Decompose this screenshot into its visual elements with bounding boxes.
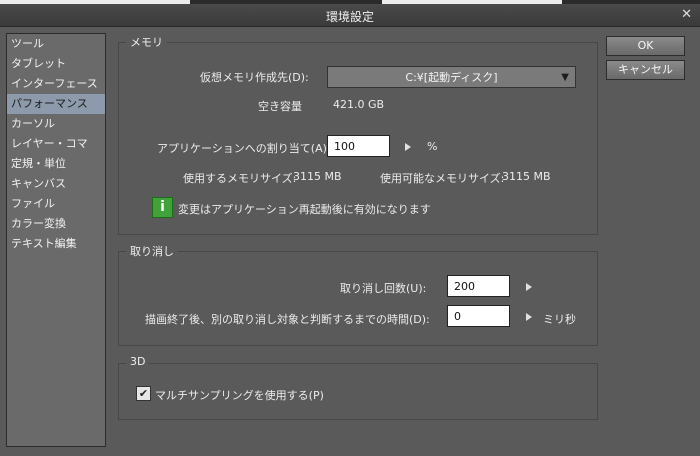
- sidebar-item-ruler-unit[interactable]: 定規・単位: [7, 154, 105, 174]
- cancel-button[interactable]: キャンセル: [606, 60, 685, 80]
- virtual-memory-value: C:¥[起動ディスク]: [405, 71, 498, 84]
- undo-time-unit: ミリ秒: [543, 313, 576, 326]
- sidebar-item-color-conversion[interactable]: カラー変換: [7, 214, 105, 234]
- sidebar-item-tool[interactable]: ツール: [7, 34, 105, 54]
- slider-arrow-icon[interactable]: [526, 283, 532, 291]
- sidebar-item-tablet[interactable]: タブレット: [7, 54, 105, 74]
- multisampling-checkbox[interactable]: ✔: [136, 386, 151, 401]
- allocation-label: アプリケーションへの割り当て(A):: [157, 142, 331, 155]
- sidebar-item-canvas[interactable]: キャンバス: [7, 174, 105, 194]
- used-memory-value: 3115 MB: [293, 170, 342, 183]
- undo-count-input[interactable]: 200: [447, 275, 510, 297]
- undo-time-label: 描画終了後、別の取り消し対象と判断するまでの時間(D):: [145, 313, 430, 326]
- threed-group-title: 3D: [126, 355, 150, 368]
- close-icon[interactable]: ✕: [681, 7, 692, 22]
- window-title: 環境設定: [325, 10, 374, 24]
- available-memory-label: 使用可能なメモリサイズ:: [380, 172, 505, 185]
- undo-group-header: 取り消し: [118, 243, 598, 264]
- free-space-label: 空き容量: [258, 100, 302, 113]
- slider-arrow-icon[interactable]: [526, 313, 532, 321]
- category-list: ツール タブレット インターフェース パフォーマンス カーソル レイヤー・コマ …: [6, 33, 106, 447]
- undo-group: 取り消し: [118, 243, 598, 346]
- sidebar-item-text-edit[interactable]: テキスト編集: [7, 234, 105, 254]
- free-space-value: 421.0 GB: [333, 98, 385, 111]
- virtual-memory-label: 仮想メモリ作成先(D):: [200, 71, 309, 84]
- virtual-memory-dropdown[interactable]: C:¥[起動ディスク] ▼: [327, 66, 576, 88]
- sidebar-item-layer-frame[interactable]: レイヤー・コマ: [7, 134, 105, 154]
- used-memory-label: 使用するメモリサイズ:: [183, 172, 297, 185]
- allocation-unit: %: [427, 140, 438, 153]
- sidebar-item-file[interactable]: ファイル: [7, 194, 105, 214]
- ok-button[interactable]: OK: [606, 36, 685, 56]
- undo-count-label: 取り消し回数(U):: [340, 282, 427, 295]
- multisampling-label: マルチサンプリングを使用する(P): [155, 389, 324, 402]
- allocation-input[interactable]: 100: [327, 135, 390, 157]
- memory-group-header: メモリ: [118, 34, 598, 55]
- sidebar-item-performance[interactable]: パフォーマンス: [7, 94, 105, 114]
- undo-group-title: 取り消し: [126, 243, 178, 259]
- title-bar: 環境設定 ✕: [0, 4, 700, 27]
- available-memory-value: 3115 MB: [502, 170, 551, 183]
- memory-group-title: メモリ: [126, 34, 167, 50]
- slider-arrow-icon[interactable]: [405, 143, 411, 151]
- threed-group-header: 3D: [118, 355, 598, 376]
- restart-notice: 変更はアプリケーション再起動後に有効になります: [178, 203, 431, 216]
- chevron-down-icon: ▼: [561, 72, 569, 83]
- sidebar-item-interface[interactable]: インターフェース: [7, 74, 105, 94]
- undo-time-input[interactable]: 0: [447, 305, 510, 327]
- sidebar-item-cursor[interactable]: カーソル: [7, 114, 105, 134]
- info-icon: i: [152, 197, 173, 218]
